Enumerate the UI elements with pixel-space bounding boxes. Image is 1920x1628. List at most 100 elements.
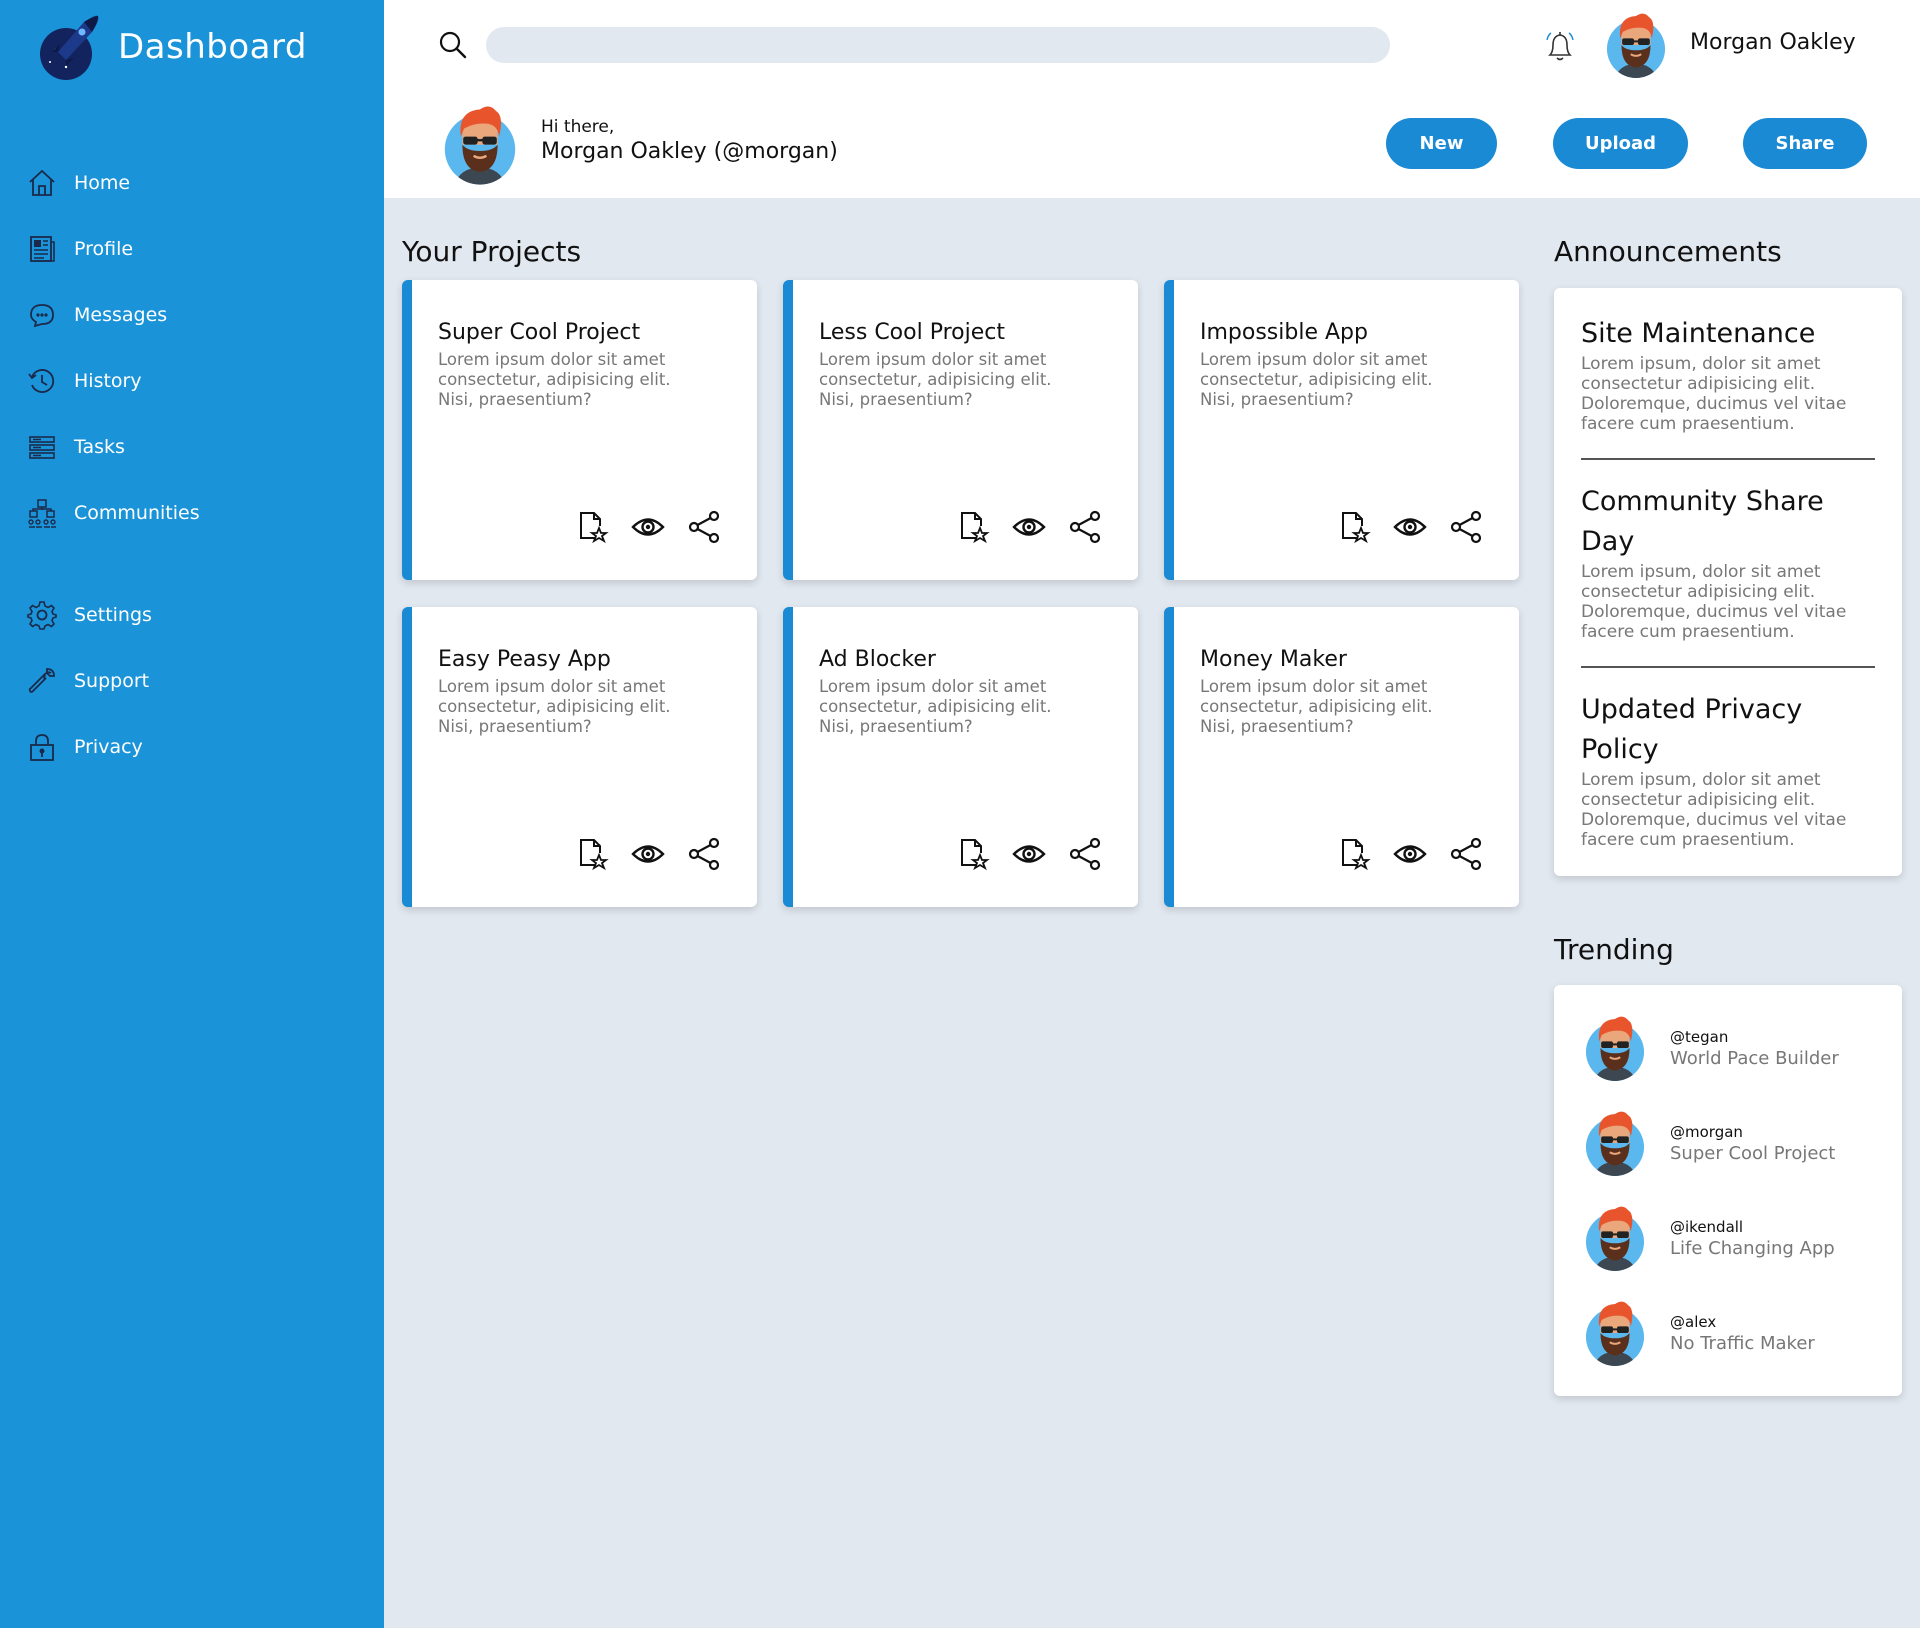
announcement-item[interactable]: Community Share Day Lorem ipsum, dolor s… (1581, 482, 1875, 642)
messages-icon (26, 299, 58, 331)
sidebar-nav: Home Profile Messages History Tasks Comm… (26, 150, 366, 780)
sidebar-item-label: Profile (74, 238, 134, 260)
sidebar-item-label: Communities (74, 502, 200, 524)
brand-title: Dashboard (118, 27, 307, 67)
sidebar-item-support[interactable]: Support (26, 648, 366, 714)
eye-icon[interactable] (629, 835, 667, 873)
project-desc: Lorem ipsum dolor sit amet consectetur, … (438, 350, 671, 409)
project-title: Easy Peasy App (438, 647, 611, 672)
announcement-title: Site Maintenance (1581, 318, 1816, 349)
favorite-file-icon[interactable] (573, 835, 611, 873)
greeting-user: Morgan Oakley (@morgan) (541, 139, 838, 164)
user-name[interactable]: Morgan Oakley (1690, 30, 1856, 55)
project-desc: Lorem ipsum dolor sit amet consectetur, … (438, 677, 671, 736)
sidebar-item-tasks[interactable]: Tasks (26, 414, 366, 480)
trending-item[interactable]: @morgan Super Cool Project (1582, 1110, 1882, 1180)
sidebar-item-privacy[interactable]: Privacy (26, 714, 366, 780)
favorite-file-icon[interactable] (1335, 835, 1373, 873)
brand[interactable]: Dashboard (36, 12, 307, 82)
gear-icon (26, 599, 58, 631)
sidebar-item-messages[interactable]: Messages (26, 282, 366, 348)
trending-item[interactable]: @ikendall Life Changing App (1582, 1205, 1882, 1275)
favorite-file-icon[interactable] (1335, 508, 1373, 546)
avatar[interactable] (1603, 12, 1669, 82)
sidebar-item-home[interactable]: Home (26, 150, 366, 216)
project-card[interactable]: Money Maker Lorem ipsum dolor sit amet c… (1164, 607, 1519, 907)
project-desc: Lorem ipsum dolor sit amet consectetur, … (819, 350, 1052, 409)
project-card[interactable]: Impossible App Lorem ipsum dolor sit ame… (1164, 280, 1519, 580)
projects-title: Your Projects (402, 235, 582, 268)
share-icon[interactable] (1066, 508, 1104, 546)
share-icon[interactable] (685, 835, 723, 873)
share-icon[interactable] (1447, 835, 1485, 873)
sidebar-item-profile[interactable]: Profile (26, 216, 366, 282)
project-actions (573, 835, 723, 873)
sidebar-item-label: Settings (74, 604, 152, 626)
trending-project: Life Changing App (1670, 1238, 1835, 1259)
eye-icon[interactable] (1391, 835, 1429, 873)
project-actions (954, 835, 1104, 873)
share-button[interactable]: Share (1743, 118, 1867, 169)
trending-project: World Pace Builder (1670, 1048, 1839, 1069)
project-actions (954, 508, 1104, 546)
share-icon[interactable] (1066, 835, 1104, 873)
sidebar-item-label: Tasks (74, 436, 125, 458)
trending-handle: @morgan (1670, 1123, 1743, 1141)
trending-project: Super Cool Project (1670, 1143, 1836, 1164)
favorite-file-icon[interactable] (573, 508, 611, 546)
trending-item[interactable]: @alex No Traffic Maker (1582, 1300, 1882, 1370)
eye-icon[interactable] (1391, 508, 1429, 546)
project-card[interactable]: Ad Blocker Lorem ipsum dolor sit amet co… (783, 607, 1138, 907)
upload-button[interactable]: Upload (1553, 118, 1688, 169)
sidebar-item-label: History (74, 370, 142, 392)
avatar (1582, 1300, 1648, 1370)
eye-icon[interactable] (629, 508, 667, 546)
search-input[interactable] (486, 27, 1390, 63)
divider (1581, 458, 1875, 460)
trending-item[interactable]: @tegan World Pace Builder (1582, 1015, 1882, 1085)
announcement-item[interactable]: Updated Privacy Policy Lorem ipsum, dolo… (1581, 690, 1875, 850)
project-title: Ad Blocker (819, 647, 936, 672)
communities-icon (26, 497, 58, 529)
sidebar-item-label: Home (74, 172, 131, 194)
share-icon[interactable] (685, 508, 723, 546)
sidebar-item-history[interactable]: History (26, 348, 366, 414)
favorite-file-icon[interactable] (954, 508, 992, 546)
search-icon[interactable] (438, 30, 468, 60)
announcement-title: Updated Privacy Policy (1581, 694, 1803, 765)
project-actions (573, 508, 723, 546)
announcement-body: Lorem ipsum, dolor sit amet consectetur … (1581, 562, 1847, 642)
rocket-moon-logo (40, 15, 99, 80)
trending-handle: @alex (1670, 1313, 1717, 1331)
new-button[interactable]: New (1386, 118, 1497, 169)
project-actions (1335, 835, 1485, 873)
trending-card: @tegan World Pace Builder @morgan Super … (1554, 985, 1902, 1396)
announcement-title: Community Share Day (1581, 486, 1824, 557)
project-card[interactable]: Easy Peasy App Lorem ipsum dolor sit ame… (402, 607, 757, 907)
project-card[interactable]: Super Cool Project Lorem ipsum dolor sit… (402, 280, 757, 580)
project-card[interactable]: Less Cool Project Lorem ipsum dolor sit … (783, 280, 1138, 580)
wrench-icon (26, 665, 58, 697)
eye-icon[interactable] (1010, 835, 1048, 873)
greeting-text: Hi there, (541, 117, 615, 137)
lock-icon (26, 731, 58, 763)
top-header: Morgan Oakley Hi there, Morgan Oakley (@… (384, 0, 1920, 198)
bell-icon[interactable] (1544, 28, 1576, 64)
announcement-body: Lorem ipsum, dolor sit amet consectetur … (1581, 770, 1847, 850)
greeting-avatar (440, 104, 520, 190)
eye-icon[interactable] (1010, 508, 1048, 546)
sidebar-item-settings[interactable]: Settings (26, 582, 366, 648)
project-title: Money Maker (1200, 647, 1347, 672)
tasks-icon (26, 431, 58, 463)
project-desc: Lorem ipsum dolor sit amet consectetur, … (1200, 677, 1433, 736)
trending-title: Trending (1554, 933, 1674, 966)
trending-handle: @ikendall (1670, 1218, 1744, 1236)
announcement-item[interactable]: Site Maintenance Lorem ipsum, dolor sit … (1581, 314, 1875, 434)
share-icon[interactable] (1447, 508, 1485, 546)
avatar (1582, 1015, 1648, 1085)
sidebar-item-communities[interactable]: Communities (26, 480, 366, 546)
favorite-file-icon[interactable] (954, 835, 992, 873)
avatar (1582, 1110, 1648, 1180)
project-actions (1335, 508, 1485, 546)
